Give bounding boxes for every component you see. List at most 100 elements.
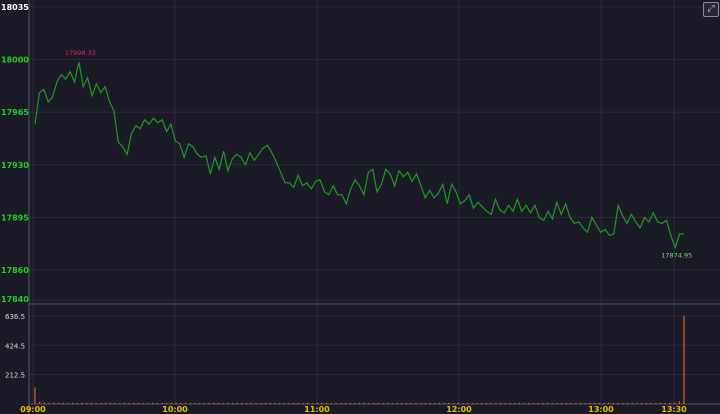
volume-bar bbox=[222, 402, 224, 404]
volume-bar bbox=[302, 402, 304, 404]
volume-bar bbox=[589, 402, 591, 404]
volume-bar bbox=[537, 402, 539, 404]
volume-bar bbox=[278, 402, 281, 404]
volume-bar bbox=[438, 402, 441, 404]
volume-bar bbox=[104, 402, 107, 404]
volume-bar bbox=[598, 402, 600, 404]
volume-bar bbox=[283, 402, 285, 404]
volume-bar bbox=[227, 402, 229, 404]
price-tick-label: 17895 bbox=[1, 213, 29, 222]
volume-bar bbox=[344, 402, 346, 404]
volume-bar bbox=[307, 402, 309, 404]
volume-bar bbox=[509, 402, 511, 404]
volume-bar bbox=[373, 402, 375, 404]
volume-bar bbox=[368, 402, 370, 404]
volume-bar bbox=[429, 402, 431, 404]
volume-bar bbox=[659, 402, 662, 404]
volume-bar bbox=[683, 316, 685, 404]
volume-bar bbox=[255, 402, 257, 404]
volume-bar bbox=[457, 402, 459, 404]
volume-bar bbox=[452, 402, 455, 404]
volume-bar bbox=[631, 402, 633, 404]
volume-bar bbox=[382, 402, 384, 404]
volume-bar bbox=[485, 402, 488, 404]
volume-bar bbox=[67, 402, 69, 404]
volume-bar bbox=[128, 402, 130, 404]
volume-bar bbox=[39, 401, 41, 404]
volume-bar bbox=[420, 402, 422, 404]
volume-bar bbox=[142, 402, 144, 404]
volume-bar bbox=[199, 402, 201, 404]
price-tick-label: 17860 bbox=[1, 266, 29, 275]
volume-bar bbox=[231, 402, 234, 404]
volume-bar bbox=[151, 402, 154, 404]
volume-bar bbox=[170, 402, 172, 404]
volume-bar bbox=[471, 402, 473, 404]
volume-bar bbox=[72, 402, 74, 404]
time-tick-label: 12:00 bbox=[446, 405, 472, 414]
volume-bar bbox=[547, 402, 549, 404]
time-tick-label: 10:00 bbox=[162, 405, 188, 414]
volume-bar bbox=[43, 402, 46, 404]
volume-bar bbox=[241, 402, 243, 404]
volume-bar bbox=[542, 402, 544, 404]
volume-bar bbox=[180, 402, 182, 404]
volume-bar bbox=[561, 402, 563, 404]
volume-bar bbox=[330, 402, 332, 404]
volume-bar bbox=[641, 402, 643, 404]
volume-bar bbox=[137, 402, 140, 404]
chart-stage: 18035 18000 17965 17930 17895 17860 17840 636.… bbox=[0, 0, 720, 414]
volume-bar bbox=[264, 402, 267, 404]
volume-bar bbox=[443, 402, 445, 404]
volume-bar bbox=[495, 402, 497, 404]
volume-bar bbox=[556, 402, 558, 404]
volume-bar bbox=[584, 402, 586, 404]
volume-bar bbox=[325, 402, 328, 404]
price-tick-label: 18035 bbox=[1, 3, 29, 12]
volume-bar bbox=[387, 402, 389, 404]
volume-bar bbox=[405, 402, 408, 404]
volume-bar bbox=[532, 402, 535, 404]
volume-bar bbox=[321, 402, 323, 404]
volume-bar bbox=[377, 402, 379, 404]
volume-bar bbox=[189, 402, 191, 404]
intraday-chart: 18035 18000 17965 17930 17895 17860 17840 636.… bbox=[1, 0, 720, 414]
volume-bars bbox=[34, 316, 685, 404]
volume-bar bbox=[594, 402, 596, 404]
volume-bar bbox=[184, 402, 187, 404]
volume-bar bbox=[288, 402, 290, 404]
zoom-button[interactable]: ⤢ bbox=[703, 2, 719, 17]
volume-bar bbox=[617, 402, 619, 404]
volume-bar bbox=[250, 402, 252, 404]
volume-bar bbox=[603, 402, 605, 404]
volume-bar bbox=[86, 402, 88, 404]
volume-bar bbox=[678, 401, 680, 404]
price-tick-label: 17965 bbox=[1, 108, 29, 117]
magnifier-icon: ⤢ bbox=[707, 4, 715, 14]
volume-bar bbox=[499, 402, 502, 404]
volume-bar bbox=[490, 402, 492, 404]
volume-bar bbox=[81, 402, 83, 404]
volume-bar bbox=[518, 402, 520, 404]
price-tick-label: 17930 bbox=[1, 161, 29, 170]
volume-bar bbox=[410, 402, 412, 404]
volume-bar bbox=[53, 402, 55, 404]
volume-bar bbox=[147, 402, 149, 404]
time-tick-label: 13:00 bbox=[588, 405, 614, 414]
volume-bar bbox=[194, 402, 196, 404]
volume-bar bbox=[34, 387, 36, 404]
volume-bar bbox=[269, 402, 271, 404]
volume-bar bbox=[76, 402, 78, 404]
volume-tick-label: 636.5 bbox=[5, 313, 25, 321]
volume-bar bbox=[166, 402, 168, 404]
volume-bar bbox=[626, 402, 629, 404]
volume-bar bbox=[424, 402, 426, 404]
volume-bar bbox=[175, 402, 177, 404]
volume-bar bbox=[481, 402, 483, 404]
volume-bar bbox=[650, 402, 652, 404]
volume-bar bbox=[636, 402, 638, 404]
volume-bar bbox=[203, 402, 205, 404]
volume-bar bbox=[213, 402, 215, 404]
volume-bar bbox=[673, 402, 676, 404]
volume-bar bbox=[608, 402, 610, 404]
